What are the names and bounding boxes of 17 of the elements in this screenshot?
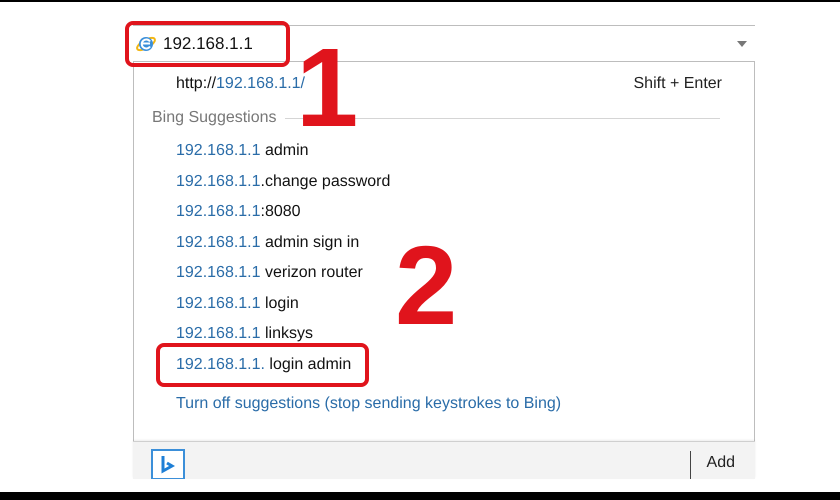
address-text[interactable]: 192.168.1.1 <box>163 30 253 56</box>
suggestion-item[interactable]: 192.168.1.1 admin sign in <box>176 230 360 255</box>
suggestion-item[interactable]: 192.168.1.1:8080 <box>176 200 301 224</box>
suggestion-item[interactable]: 192.168.1.1 login <box>176 292 299 316</box>
step-number: 2 <box>395 230 458 342</box>
suggestion-item[interactable]: 192.168.1.1 linksys <box>176 322 313 346</box>
section-title: Bing Suggestions <box>152 108 277 128</box>
search-provider-logo-icon[interactable] <box>151 449 185 479</box>
turn-off-suggestions-link[interactable]: Turn off suggestions (stop sending keystrokes to Bing) <box>176 394 562 412</box>
suggestion-item[interactable]: 192.168.1.1 admin <box>176 139 309 164</box>
suggestion-item[interactable]: 192.168.1.1. login admin <box>176 352 352 376</box>
suggestion-item[interactable]: 192.168.1.1 verizon router <box>176 261 363 286</box>
direct-url[interactable]: http://192.168.1.1/ <box>176 72 305 96</box>
dropdown-caret-icon[interactable] <box>737 41 747 47</box>
add-button[interactable]: Add <box>706 451 735 479</box>
shortcut-hint: Shift + Enter <box>634 74 722 94</box>
suggestion-item[interactable]: 192.168.1.1.change password <box>176 170 390 194</box>
